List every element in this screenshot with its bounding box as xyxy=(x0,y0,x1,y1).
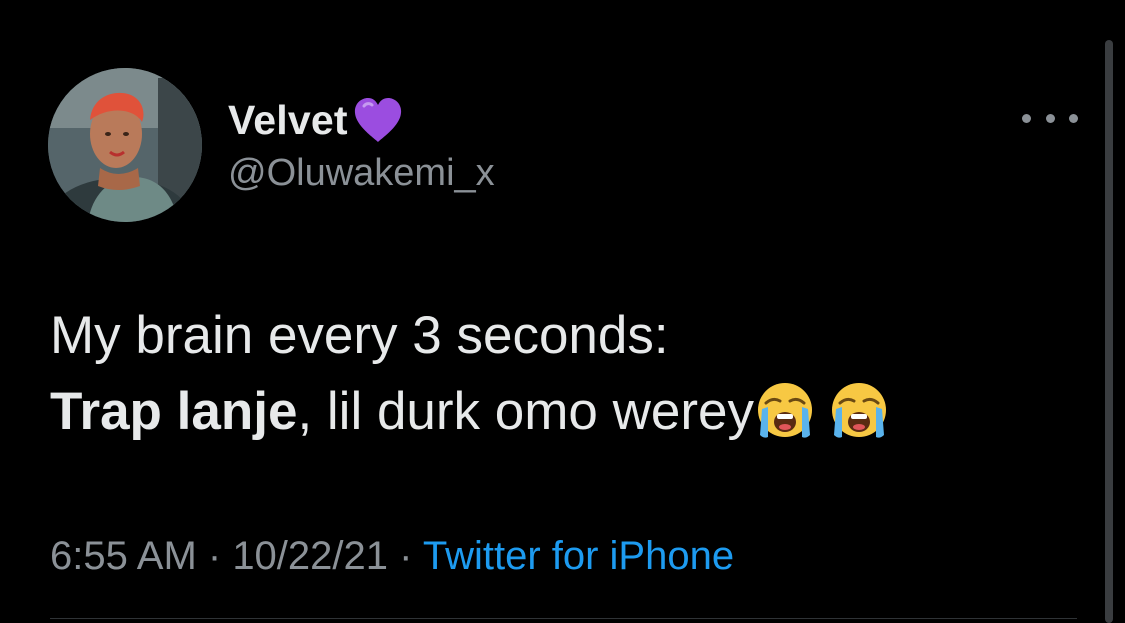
tweet-time[interactable]: 6:55 AM xyxy=(50,534,197,578)
avatar[interactable] xyxy=(48,68,202,222)
loudly-crying-face-icon xyxy=(754,379,816,441)
dot-icon xyxy=(1022,113,1031,123)
avatar-photo xyxy=(48,68,202,222)
meta-separator: · xyxy=(388,534,423,578)
more-options-icon[interactable] xyxy=(1022,106,1078,130)
name-row: Velvet xyxy=(228,96,404,144)
loudly-crying-face-icon xyxy=(828,379,890,441)
tweet-line-2: Trap lanje, lil durk omo werey xyxy=(50,374,1090,450)
tweet-date[interactable]: 10/22/21 xyxy=(232,534,388,578)
tweet-line-1: My brain every 3 seconds: xyxy=(50,306,669,365)
dot-icon xyxy=(1069,113,1078,123)
dot-icon xyxy=(1045,113,1055,123)
display-name[interactable]: Velvet xyxy=(228,96,348,144)
purple-heart-icon xyxy=(352,96,404,144)
tweet-text: My brain every 3 seconds: Trap lanje, li… xyxy=(50,298,1090,450)
tweet-plain-text: , lil durk omo werey xyxy=(297,382,754,441)
tweet-meta: 6:55 AM · 10/22/21 · Twitter for iPhone xyxy=(50,530,734,582)
scrollbar[interactable] xyxy=(1105,40,1113,623)
tweet-bold-text: Trap lanje xyxy=(50,382,298,441)
meta-separator: · xyxy=(196,534,233,578)
divider xyxy=(50,618,1077,619)
tweet-card: Velvet @Oluwakemi_x My brain every 3 sec… xyxy=(0,0,1125,623)
user-handle[interactable]: @Oluwakemi_x xyxy=(228,150,495,196)
tweet-source-link[interactable]: Twitter for iPhone xyxy=(423,534,734,578)
